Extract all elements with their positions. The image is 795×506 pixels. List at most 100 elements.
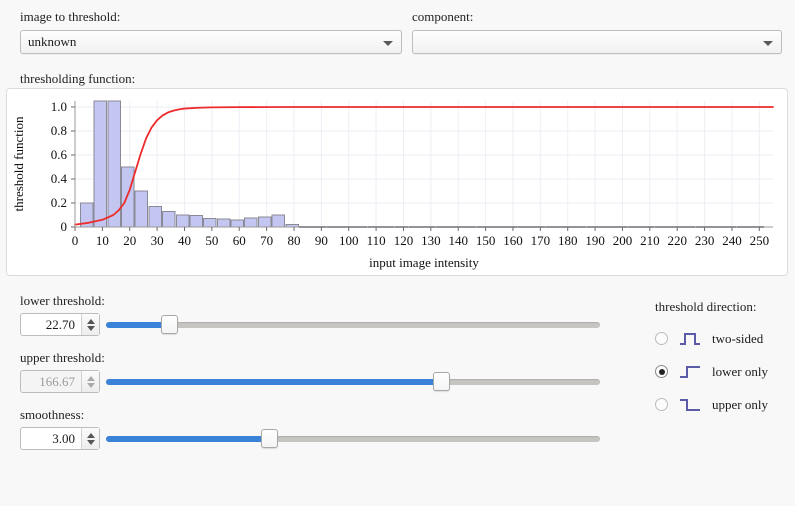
component-dropdown[interactable]: [412, 30, 782, 54]
smoothness-control: smoothness: 3.00: [14, 407, 614, 451]
smoothness-label: smoothness:: [20, 407, 85, 422]
lower-threshold-stepper[interactable]: 22.70: [20, 313, 100, 336]
x-tick-label: 210: [640, 233, 660, 248]
rising-step-icon: [680, 365, 700, 378]
threshold-direction-label: threshold direction:: [655, 299, 757, 314]
lower-threshold-control: lower threshold: 22.70: [14, 293, 614, 337]
y-tick-label: 0.6: [51, 147, 68, 162]
slider-fill: [106, 322, 168, 328]
upper-threshold-stepper: 166.67: [20, 370, 100, 393]
threshold-chart-svg: 0 0.2 0.4 0.6 0.8 1.0 0 10 20 30 40 50 60 70 80 90 100 11…: [11, 99, 774, 270]
lower-threshold-label: lower threshold:: [20, 293, 105, 308]
smoothness-stepper[interactable]: 3.00: [20, 427, 100, 450]
chevron-down-icon: [383, 41, 393, 46]
arrow-down-icon[interactable]: [86, 439, 95, 445]
arrow-up-icon[interactable]: [86, 432, 95, 438]
x-tick-label: 50: [205, 233, 218, 248]
radio-label: lower only: [712, 363, 768, 379]
thresholding-function-plot: 0 0.2 0.4 0.6 0.8 1.0 0 10 20 30 40 50 60 70 80 90 100 11…: [6, 88, 788, 276]
smoothness-value[interactable]: 3.00: [21, 428, 81, 449]
radio-two-sided[interactable]: two-sided: [655, 325, 795, 352]
x-tick-label: 250: [750, 233, 770, 248]
x-tick-label: 60: [233, 233, 246, 248]
thresholding-function-label: thresholding function:: [20, 71, 136, 86]
x-tick-label: 10: [96, 233, 109, 248]
threshold-direction-options: two-sided lower only upper only: [655, 325, 795, 418]
arrow-up-icon[interactable]: [86, 318, 95, 324]
x-tick-label: 200: [613, 233, 633, 248]
image-to-threshold-label: image to threshold:: [20, 9, 121, 24]
slider-handle[interactable]: [161, 315, 178, 334]
x-tick-label: 160: [503, 233, 523, 248]
x-tick-label: 190: [585, 233, 605, 248]
histogram-bar: [244, 217, 258, 228]
histogram-bar: [134, 190, 149, 228]
histogram-bar: [271, 214, 286, 228]
y-tick-label: 0.2: [51, 195, 67, 210]
threshold-direction-group: threshold direction: two-sided lower only…: [655, 299, 795, 424]
x-tick-label: 150: [476, 233, 496, 248]
y-tick-label: 0.4: [51, 171, 68, 186]
histogram-bar: [162, 210, 176, 228]
x-tick-label: 180: [558, 233, 578, 248]
x-tick-label: 90: [315, 233, 328, 248]
radio-label: upper only: [712, 396, 768, 412]
y-tick-label: 0: [61, 219, 68, 234]
y-tick-label: 1.0: [51, 99, 67, 114]
arrow-down-icon: [86, 382, 95, 388]
radio-indicator[interactable]: [655, 332, 668, 345]
image-to-threshold-dropdown[interactable]: unknown: [20, 30, 402, 54]
x-tick-label: 30: [151, 233, 164, 248]
threshold-function-curve: [74, 106, 774, 226]
x-axis-title: input image intensity: [369, 255, 479, 270]
radio-lower-only[interactable]: lower only: [655, 358, 795, 385]
lower-threshold-value[interactable]: 22.70: [21, 314, 81, 335]
falling-step-icon: [680, 398, 700, 411]
histogram-bar: [257, 216, 272, 228]
component-label: component:: [412, 9, 474, 24]
histogram-bar: [175, 214, 190, 228]
radio-label: two-sided: [712, 330, 764, 346]
component-field: component:: [412, 9, 782, 54]
upper-threshold-value: 166.67: [39, 374, 75, 389]
arrow-down-icon[interactable]: [86, 325, 95, 331]
slider-fill: [106, 436, 268, 442]
image-to-threshold-field: image to threshold: unknown: [20, 9, 402, 54]
smoothness-spin-arrows[interactable]: [81, 428, 99, 449]
smoothness-slider[interactable]: [106, 427, 600, 450]
radio-upper-only[interactable]: upper only: [655, 391, 795, 418]
two-sided-step-icon: [680, 332, 700, 345]
y-axis-title: threshold function: [11, 116, 26, 211]
histogram-bar: [203, 218, 217, 228]
slider-handle[interactable]: [433, 372, 450, 391]
x-tick-label: 220: [667, 233, 687, 248]
radio-indicator[interactable]: [655, 365, 668, 378]
x-tick-label: 240: [722, 233, 742, 248]
x-tick-label: 230: [695, 233, 715, 248]
histogram-bar: [216, 218, 231, 228]
x-tick-label: 130: [421, 233, 441, 248]
chevron-down-icon: [763, 41, 773, 46]
upper-threshold-label: upper threshold:: [20, 350, 105, 365]
upper-threshold-slider[interactable]: [106, 370, 600, 393]
histogram-bar: [148, 206, 162, 228]
x-tick-label: 100: [339, 233, 359, 248]
histogram-bar: [107, 100, 121, 228]
radio-indicator[interactable]: [655, 398, 668, 411]
x-tick-label: 80: [287, 233, 300, 248]
arrow-up-icon: [86, 375, 95, 381]
x-tick-label: 20: [123, 233, 136, 248]
upper-threshold-spin-arrows: [81, 371, 99, 392]
histogram-bar: [189, 215, 203, 228]
lower-threshold-slider[interactable]: [106, 313, 600, 336]
slider-track[interactable]: [106, 322, 600, 328]
x-tick-label: 170: [531, 233, 551, 248]
x-tick-label: 120: [394, 233, 414, 248]
histogram-bar: [121, 166, 135, 228]
lower-threshold-spin-arrows[interactable]: [81, 314, 99, 335]
slider-handle[interactable]: [261, 429, 278, 448]
histogram-bar: [93, 100, 108, 228]
x-tick-label: 0: [72, 233, 79, 248]
y-tick-label: 0.8: [51, 123, 67, 138]
x-tick-label: 140: [448, 233, 468, 248]
